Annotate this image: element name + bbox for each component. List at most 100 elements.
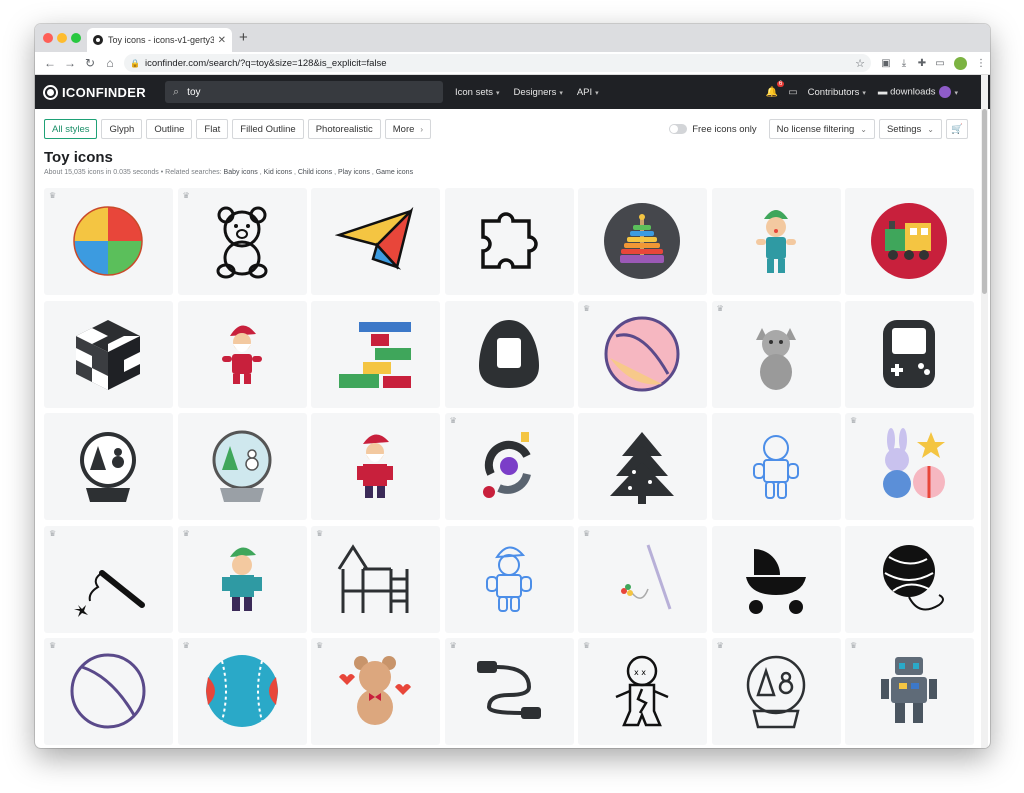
related-search-kid[interactable]: Kid icons bbox=[264, 169, 292, 176]
icon-tile-pink-ball[interactable]: ♛ bbox=[578, 300, 707, 408]
icon-tile-puzzle-piece[interactable] bbox=[444, 188, 574, 295]
translate-icon[interactable]: ▣ bbox=[877, 58, 895, 69]
icon-tile-stroller[interactable] bbox=[711, 525, 841, 633]
icon-tile-christmas-tree[interactable] bbox=[578, 413, 707, 520]
filter-glyph[interactable]: Glyph bbox=[101, 119, 143, 139]
elf-doll-icon bbox=[755, 210, 796, 273]
address-bar-row: ← → ↻ ⌂ 🔒 iconfinder.com/search/?q=toy&s… bbox=[35, 52, 990, 75]
filter-outline[interactable]: Outline bbox=[146, 119, 193, 139]
icon-tile-teddy-bear[interactable]: ♛ bbox=[177, 188, 307, 295]
filter-all-styles[interactable]: All styles bbox=[44, 119, 98, 139]
premium-crown-icon: ♛ bbox=[583, 303, 591, 313]
icon-tile-building-blocks[interactable] bbox=[311, 300, 440, 408]
voodoo-doll-icon: x x bbox=[615, 655, 669, 727]
icon-tile-bunny-toys[interactable]: ♛ bbox=[845, 413, 974, 520]
icon-tile-tamagotchi[interactable] bbox=[444, 300, 574, 408]
teddy-bear-icon bbox=[216, 206, 267, 279]
icon-tile-santa-figure[interactable] bbox=[311, 413, 440, 520]
settings-select[interactable]: Settings ⌄ bbox=[878, 119, 942, 139]
icon-tile-beach-ball[interactable]: ♛ bbox=[44, 188, 173, 295]
search-icon: ⌕ bbox=[173, 85, 180, 98]
icon-tile-fidget-toy[interactable]: ♛ bbox=[444, 413, 574, 520]
icon-tile-paper-plane[interactable] bbox=[311, 188, 440, 295]
bunny-toys-icon bbox=[883, 428, 945, 498]
nav-icon-sets[interactable]: Icon sets ▾ bbox=[455, 87, 500, 98]
nav-designers[interactable]: Designers ▾ bbox=[514, 87, 563, 98]
icon-tile-elf-outline[interactable] bbox=[444, 525, 574, 633]
extensions-icon[interactable]: ✚ bbox=[913, 58, 931, 69]
maximize-window-button[interactable] bbox=[71, 33, 81, 43]
icon-tile-voodoo-doll[interactable]: ♛ x x bbox=[578, 638, 707, 745]
iconfinder-logo[interactable]: ICONFINDER bbox=[43, 84, 155, 100]
related-search-child[interactable]: Child icons bbox=[298, 169, 332, 176]
free-only-toggle[interactable] bbox=[669, 124, 688, 134]
icon-tile-elf-figure[interactable]: ♛ bbox=[177, 525, 307, 633]
download-icon[interactable]: ⤓ bbox=[895, 58, 913, 69]
elf-figure-icon bbox=[221, 546, 262, 611]
nav-api[interactable]: API ▾ bbox=[577, 87, 599, 98]
icon-tile-sparkler-wand[interactable]: ♛ bbox=[44, 525, 173, 633]
icon-tile-jump-rope[interactable]: ♛ bbox=[444, 638, 574, 745]
close-window-button[interactable] bbox=[43, 33, 53, 43]
forward-icon[interactable]: → bbox=[60, 56, 80, 70]
icon-tile-cat-teaser-wand[interactable]: ♛ bbox=[578, 525, 707, 633]
icon-tile-ring-stacker[interactable] bbox=[578, 188, 707, 295]
downloads-menu[interactable]: ▬ downloads ▾ bbox=[878, 86, 958, 98]
icon-tile-elf-doll[interactable] bbox=[711, 188, 841, 295]
url-field[interactable]: 🔒 iconfinder.com/search/?q=toy&size=128&… bbox=[124, 54, 871, 72]
browser-tab[interactable]: Toy icons - icons-v1-gerty300 ✕ bbox=[87, 28, 232, 52]
related-search-game[interactable]: Game icons bbox=[376, 169, 413, 176]
icon-tile-teddy-bear-hearts[interactable]: ♛ bbox=[311, 638, 440, 745]
cart-button[interactable]: 🛒 bbox=[946, 119, 968, 139]
contributors-menu[interactable]: Contributors ▾ bbox=[808, 87, 866, 98]
filter-more[interactable]: More › bbox=[384, 119, 432, 139]
premium-crown-icon: ♛ bbox=[49, 528, 57, 538]
home-icon[interactable]: ⌂ bbox=[100, 56, 120, 70]
license-filter-select[interactable]: No license filtering ⌄ bbox=[768, 119, 875, 139]
icon-tile-robot[interactable]: ♛ bbox=[845, 638, 974, 745]
related-search-play[interactable]: Play icons bbox=[338, 169, 370, 176]
reload-icon[interactable]: ↻ bbox=[80, 56, 100, 70]
icon-tile-santa-doll[interactable] bbox=[177, 300, 307, 408]
beach-ball-icon bbox=[73, 206, 143, 276]
tab-close-icon[interactable]: ✕ bbox=[218, 35, 226, 46]
icon-tile-toy-train[interactable] bbox=[845, 188, 974, 295]
bookmark-star-icon[interactable]: ☆ bbox=[855, 57, 865, 70]
notification-badge: 6 bbox=[776, 80, 785, 87]
icon-tile-rubiks-cube[interactable] bbox=[44, 300, 173, 408]
playground-icon bbox=[337, 543, 409, 613]
icon-tile-yarn-ball[interactable] bbox=[845, 525, 974, 633]
filter-filled-outline[interactable]: Filled Outline bbox=[232, 119, 304, 139]
fidget-toy-icon bbox=[482, 432, 531, 498]
new-tab-button[interactable]: + bbox=[239, 29, 248, 46]
minimize-window-button[interactable] bbox=[57, 33, 67, 43]
icon-tile-astronaut-outline[interactable] bbox=[711, 413, 841, 520]
chevron-right-icon: › bbox=[420, 124, 424, 134]
jump-rope-icon bbox=[476, 661, 541, 719]
handheld-game-icon bbox=[883, 319, 935, 388]
icon-tile-ball-outline[interactable]: ♛ bbox=[44, 638, 173, 745]
icon-tile-cat-figure[interactable]: ♛ bbox=[711, 300, 841, 408]
search-input[interactable]: ⌕ toy bbox=[165, 81, 443, 103]
profile-avatar[interactable] bbox=[954, 56, 967, 70]
icon-tile-snow-globe-glyph[interactable] bbox=[44, 413, 173, 520]
chevron-down-icon: ▾ bbox=[954, 89, 958, 97]
snow-globe-flat-icon bbox=[212, 430, 271, 502]
cast-icon[interactable]: ▭ bbox=[931, 58, 949, 69]
related-search-baby[interactable]: Baby icons bbox=[224, 169, 258, 176]
icon-tile-snow-globe-outline[interactable]: ♛ bbox=[711, 638, 841, 745]
premium-crown-icon: ♛ bbox=[716, 303, 724, 313]
icon-tile-playground[interactable]: ♛ bbox=[311, 525, 440, 633]
credit-card-icon[interactable]: ▭ bbox=[788, 87, 797, 98]
notification-bell-icon[interactable]: 🔔 6 bbox=[766, 80, 785, 98]
browser-menu-icon[interactable]: ⋮ bbox=[972, 58, 990, 69]
icon-tile-snow-globe-flat[interactable] bbox=[177, 413, 307, 520]
filter-photorealistic[interactable]: Photorealistic bbox=[307, 119, 381, 139]
scrollbar-thumb[interactable] bbox=[982, 109, 987, 294]
filter-flat[interactable]: Flat bbox=[196, 119, 229, 139]
cat-teaser-wand-icon bbox=[621, 544, 672, 609]
chevron-down-icon: ▾ bbox=[496, 89, 500, 97]
icon-tile-baseball[interactable]: ♛ bbox=[177, 638, 307, 745]
back-icon[interactable]: ← bbox=[40, 56, 60, 70]
icon-tile-handheld-game[interactable] bbox=[845, 300, 974, 408]
